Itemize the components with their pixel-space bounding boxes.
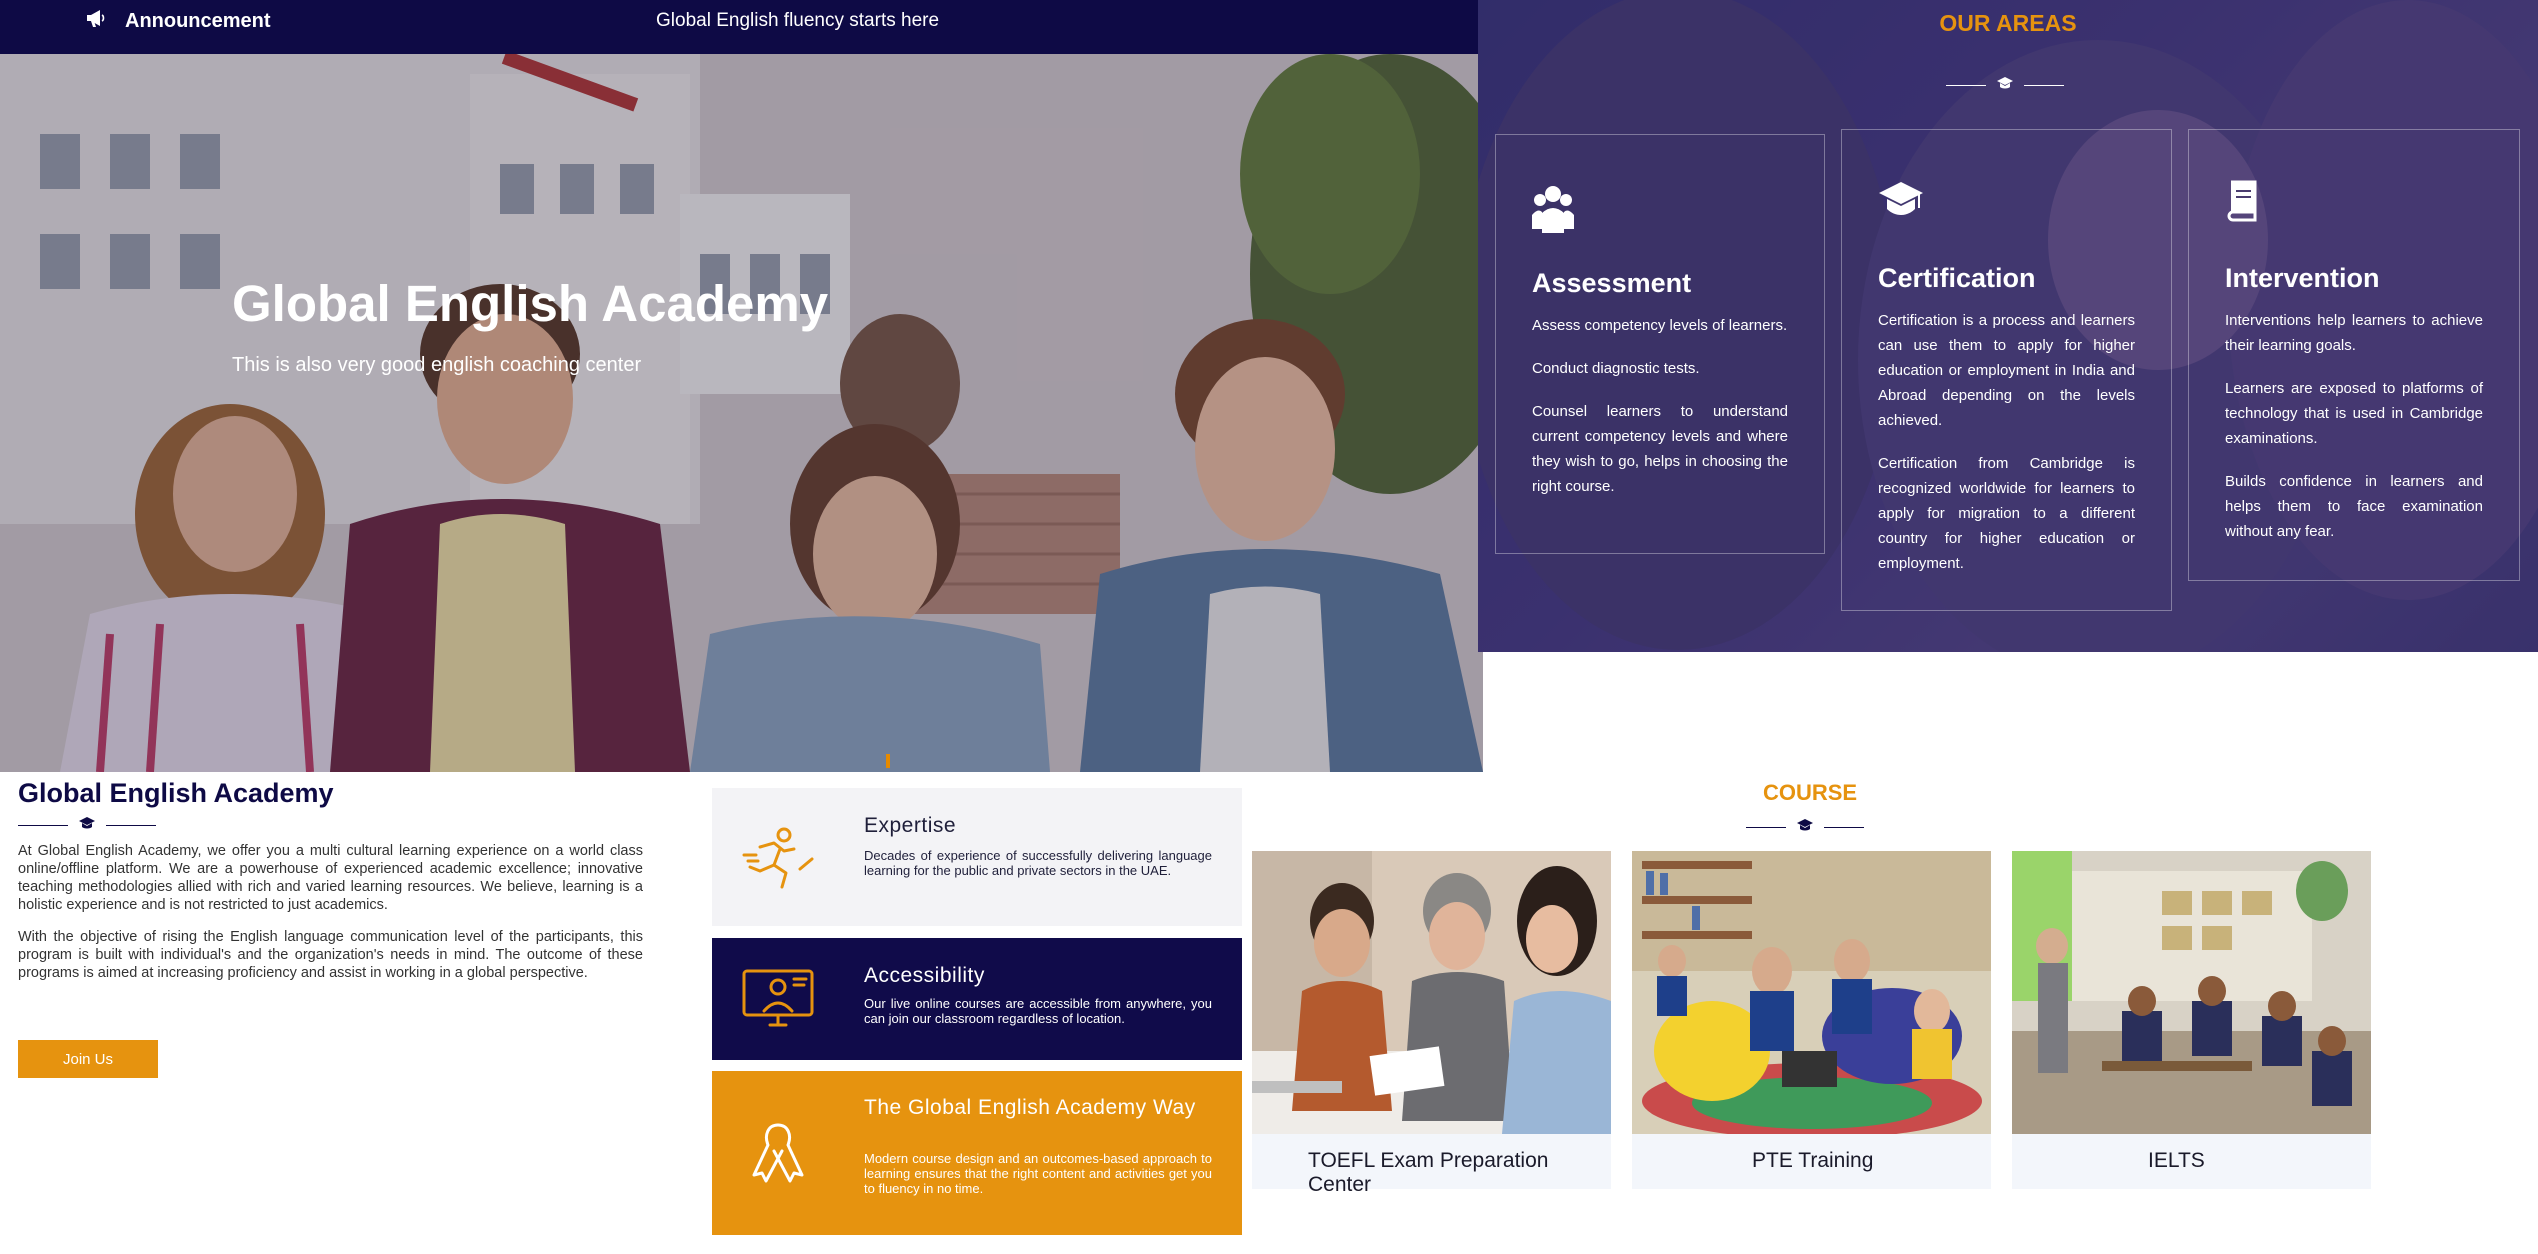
course-heading: COURSE xyxy=(1762,780,1858,805)
course-label[interactable]: PTE Training xyxy=(1752,1149,1873,1173)
course-card-toefl[interactable]: TOEFL Exam Preparation Center xyxy=(1252,851,1611,1196)
megaphone-icon xyxy=(85,8,107,34)
feature-title: Accessibility xyxy=(864,964,985,987)
announcement-bar: Announcement Global English fluency star… xyxy=(0,0,1478,54)
online-teacher-icon xyxy=(740,967,816,1031)
announcement-link[interactable]: Announcement xyxy=(85,8,271,34)
area-card-assessment: Assessment Assess competency levels of l… xyxy=(1495,134,1825,554)
tutoring-photo xyxy=(1252,851,1611,1134)
area-card-text: Conduct diagnostic tests. xyxy=(1532,360,1700,377)
course-card-ielts[interactable]: IELTS xyxy=(2012,851,2371,1189)
graduation-cap-icon xyxy=(1878,180,1923,232)
library-students-photo xyxy=(1632,851,1991,1134)
hero-title: Global English Academy xyxy=(232,275,829,332)
book-icon xyxy=(2225,180,2267,232)
announcement-label: Announcement xyxy=(125,9,271,32)
area-card-text: Certification is a process and learners … xyxy=(1878,312,2135,429)
feature-text: Our live online courses are accessible f… xyxy=(864,996,1212,1026)
area-card-text: Learners are exposed to platforms of tec… xyxy=(2225,380,2483,447)
feature-text: Modern course design and an outcomes-bas… xyxy=(864,1151,1212,1196)
area-card-text: Counsel learners to understand current c… xyxy=(1532,403,1788,495)
area-card-text: Builds confidence in learners and helps … xyxy=(2225,473,2483,540)
about-text: At Global English Academy, we offer you … xyxy=(18,842,643,996)
announcement-tagline: Global English fluency starts here xyxy=(656,10,940,31)
about-title: Global English Academy xyxy=(18,778,334,808)
course-label[interactable]: TOEFL Exam Preparation Center xyxy=(1308,1149,1611,1197)
feature-expertise: Expertise Decades of experience of succe… xyxy=(712,788,1242,926)
course-label[interactable]: IELTS xyxy=(2148,1149,2205,1173)
about-divider xyxy=(18,816,156,835)
feature-title: Expertise xyxy=(864,814,957,837)
feature-accessibility: Accessibility Our live online courses ar… xyxy=(712,938,1242,1060)
ribbon-icon xyxy=(740,1121,816,1185)
users-icon xyxy=(1532,185,1574,237)
join-us-button[interactable]: Join Us xyxy=(18,1040,158,1078)
graduation-cap-icon xyxy=(1996,76,2014,95)
hero-subtitle: This is also very good english coaching … xyxy=(232,354,642,376)
classroom-photo xyxy=(2012,851,2371,1134)
area-card-text: Assess competency levels of learners. xyxy=(1532,317,1788,334)
running-person-icon xyxy=(740,825,816,889)
hero-overlay xyxy=(0,54,1483,772)
area-card-text: Interventions help learners to achieve t… xyxy=(2225,312,2483,354)
hero-banner: Global English Academy This is also very… xyxy=(0,54,1483,772)
hero-slider-marker[interactable] xyxy=(886,754,890,768)
area-card-text: Certification from Cambridge is recogniz… xyxy=(1878,455,2135,572)
area-card-title: Certification xyxy=(1878,263,2036,293)
course-card-pte[interactable]: PTE Training xyxy=(1632,851,1991,1189)
about-paragraph: At Global English Academy, we offer you … xyxy=(18,843,643,913)
feature-academy-way: The Global English Academy Way Modern co… xyxy=(712,1071,1242,1235)
area-card-body: Certification is a process and learners … xyxy=(1878,308,2135,594)
graduation-cap-icon xyxy=(78,816,96,835)
area-card-body: Interventions help learners to achieve t… xyxy=(2225,308,2483,562)
area-card-certification: Certification Certification is a process… xyxy=(1841,129,2172,611)
about-paragraph: With the objective of rising the English… xyxy=(18,929,643,981)
area-card-title: Intervention xyxy=(2225,263,2380,293)
area-card-intervention: Intervention Interventions help learners… xyxy=(2188,129,2520,581)
feature-title: The Global English Academy Way xyxy=(864,1096,1196,1119)
feature-text: Decades of experience of successfully de… xyxy=(864,848,1212,878)
graduation-cap-icon xyxy=(1796,818,1814,837)
our-areas-section: OUR AREAS Assessment Assess competency l… xyxy=(1478,0,2538,652)
areas-heading: OUR AREAS xyxy=(1939,10,2077,36)
areas-divider xyxy=(1946,76,2064,95)
area-card-title: Assessment xyxy=(1532,268,1692,298)
about-section: Global English Academy At Global English… xyxy=(0,772,700,1254)
area-card-body: Assess competency levels of learners. Co… xyxy=(1532,313,1788,517)
course-divider xyxy=(1746,818,1864,837)
